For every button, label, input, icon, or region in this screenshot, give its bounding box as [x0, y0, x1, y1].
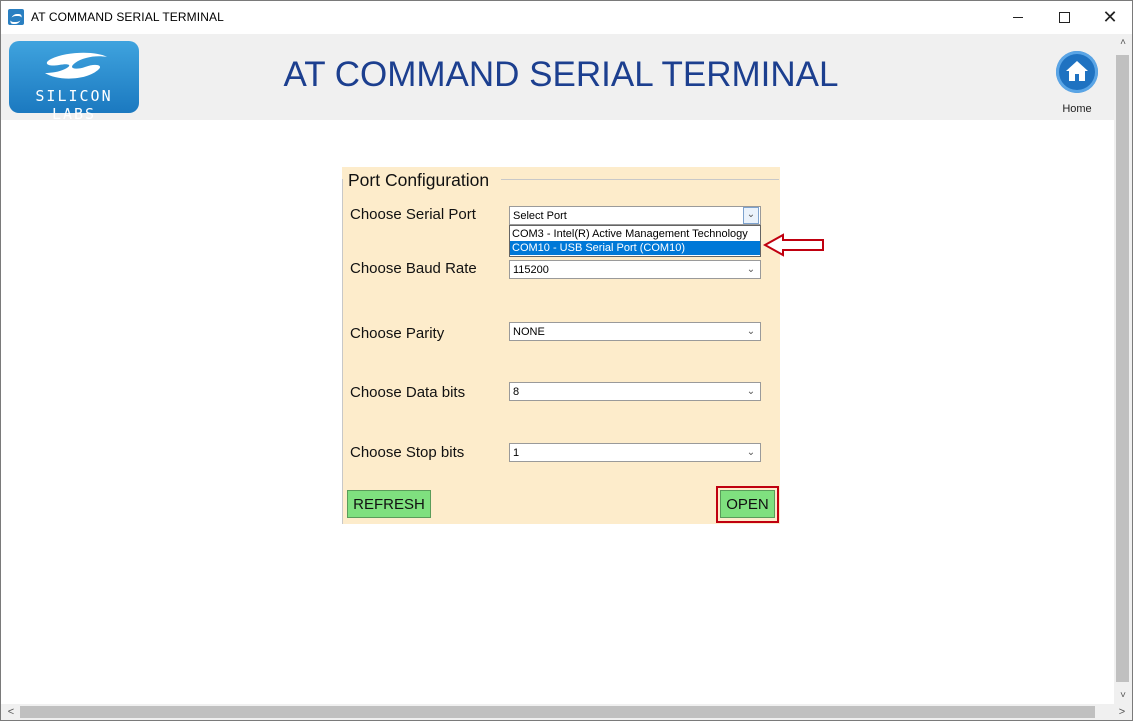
horizontal-scroll-thumb[interactable]	[20, 706, 1095, 718]
parity-select[interactable]: NONE ⌄	[509, 322, 761, 341]
maximize-icon	[1058, 12, 1070, 23]
refresh-button[interactable]: REFRESH	[347, 490, 431, 518]
chevron-down-icon[interactable]: ⌄	[743, 207, 759, 224]
stop-bits-label: Choose Stop bits	[350, 444, 465, 461]
maximize-button[interactable]	[1041, 1, 1087, 34]
serial-port-option[interactable]: COM3 - Intel(R) Active Management Techno…	[510, 227, 760, 241]
close-button[interactable]: ✕	[1087, 1, 1132, 34]
minimize-icon	[1013, 17, 1023, 18]
logo-swoosh-icon	[45, 52, 107, 79]
home-icon	[1056, 51, 1098, 93]
baud-rate-value: 115200	[513, 264, 549, 276]
chevron-down-icon[interactable]: ⌄	[744, 262, 758, 277]
minimize-button[interactable]	[995, 1, 1041, 34]
serial-port-select[interactable]: Select Port ⌄	[509, 206, 761, 225]
scroll-right-icon[interactable]: >	[1114, 704, 1130, 720]
serial-port-value: Select Port	[513, 210, 567, 222]
serial-port-label: Choose Serial Port	[350, 206, 476, 223]
close-icon: ✕	[1102, 6, 1118, 28]
annotation-arrow-icon	[763, 233, 824, 257]
scroll-up-icon[interactable]: ˄	[1114, 34, 1132, 52]
home-label: Home	[1062, 103, 1092, 115]
home-button[interactable]: Home	[1053, 51, 1101, 121]
port-configuration-title: Port Configuration	[348, 170, 492, 191]
silicon-labs-logo: SILICON LABS	[9, 41, 139, 123]
serial-port-option-highlighted[interactable]: COM10 - USB Serial Port (COM10)	[510, 241, 760, 255]
vertical-scroll-thumb[interactable]	[1116, 55, 1129, 682]
data-bits-select[interactable]: 8 ⌄	[509, 382, 761, 401]
window-title: AT COMMAND SERIAL TERMINAL	[31, 10, 224, 24]
parity-label: Choose Parity	[350, 325, 445, 342]
app-icon	[8, 9, 24, 25]
data-bits-label: Choose Data bits	[350, 384, 466, 401]
chevron-down-icon[interactable]: ⌄	[744, 445, 758, 460]
serial-port-dropdown-list: COM3 - Intel(R) Active Management Techno…	[509, 225, 761, 257]
logo-text: SILICON LABS	[35, 87, 113, 123]
baud-rate-label: Choose Baud Rate	[350, 260, 477, 277]
title-bar: AT COMMAND SERIAL TERMINAL ✕	[1, 1, 1132, 34]
chevron-down-icon[interactable]: ⌄	[744, 384, 758, 399]
fieldset-border-top	[501, 179, 779, 180]
scroll-down-icon[interactable]: ˅	[1114, 687, 1132, 705]
app-window: AT COMMAND SERIAL TERMINAL ✕ SILICON LAB…	[0, 0, 1133, 721]
stop-bits-value: 1	[513, 447, 520, 459]
parity-value: NONE	[513, 326, 545, 338]
data-bits-value: 8	[513, 386, 520, 398]
page-title: AT COMMAND SERIAL TERMINAL	[283, 55, 839, 94]
open-button[interactable]: OPEN	[720, 490, 775, 518]
stop-bits-select[interactable]: 1 ⌄	[509, 443, 761, 462]
fieldset-border-left	[342, 179, 343, 524]
app-header: SILICON LABS AT COMMAND SERIAL TERMINAL …	[1, 34, 1114, 123]
scroll-left-icon[interactable]: <	[3, 704, 19, 720]
baud-rate-select[interactable]: 115200 ⌄	[509, 260, 761, 279]
chevron-down-icon[interactable]: ⌄	[744, 324, 758, 339]
house-icon	[1066, 61, 1088, 81]
